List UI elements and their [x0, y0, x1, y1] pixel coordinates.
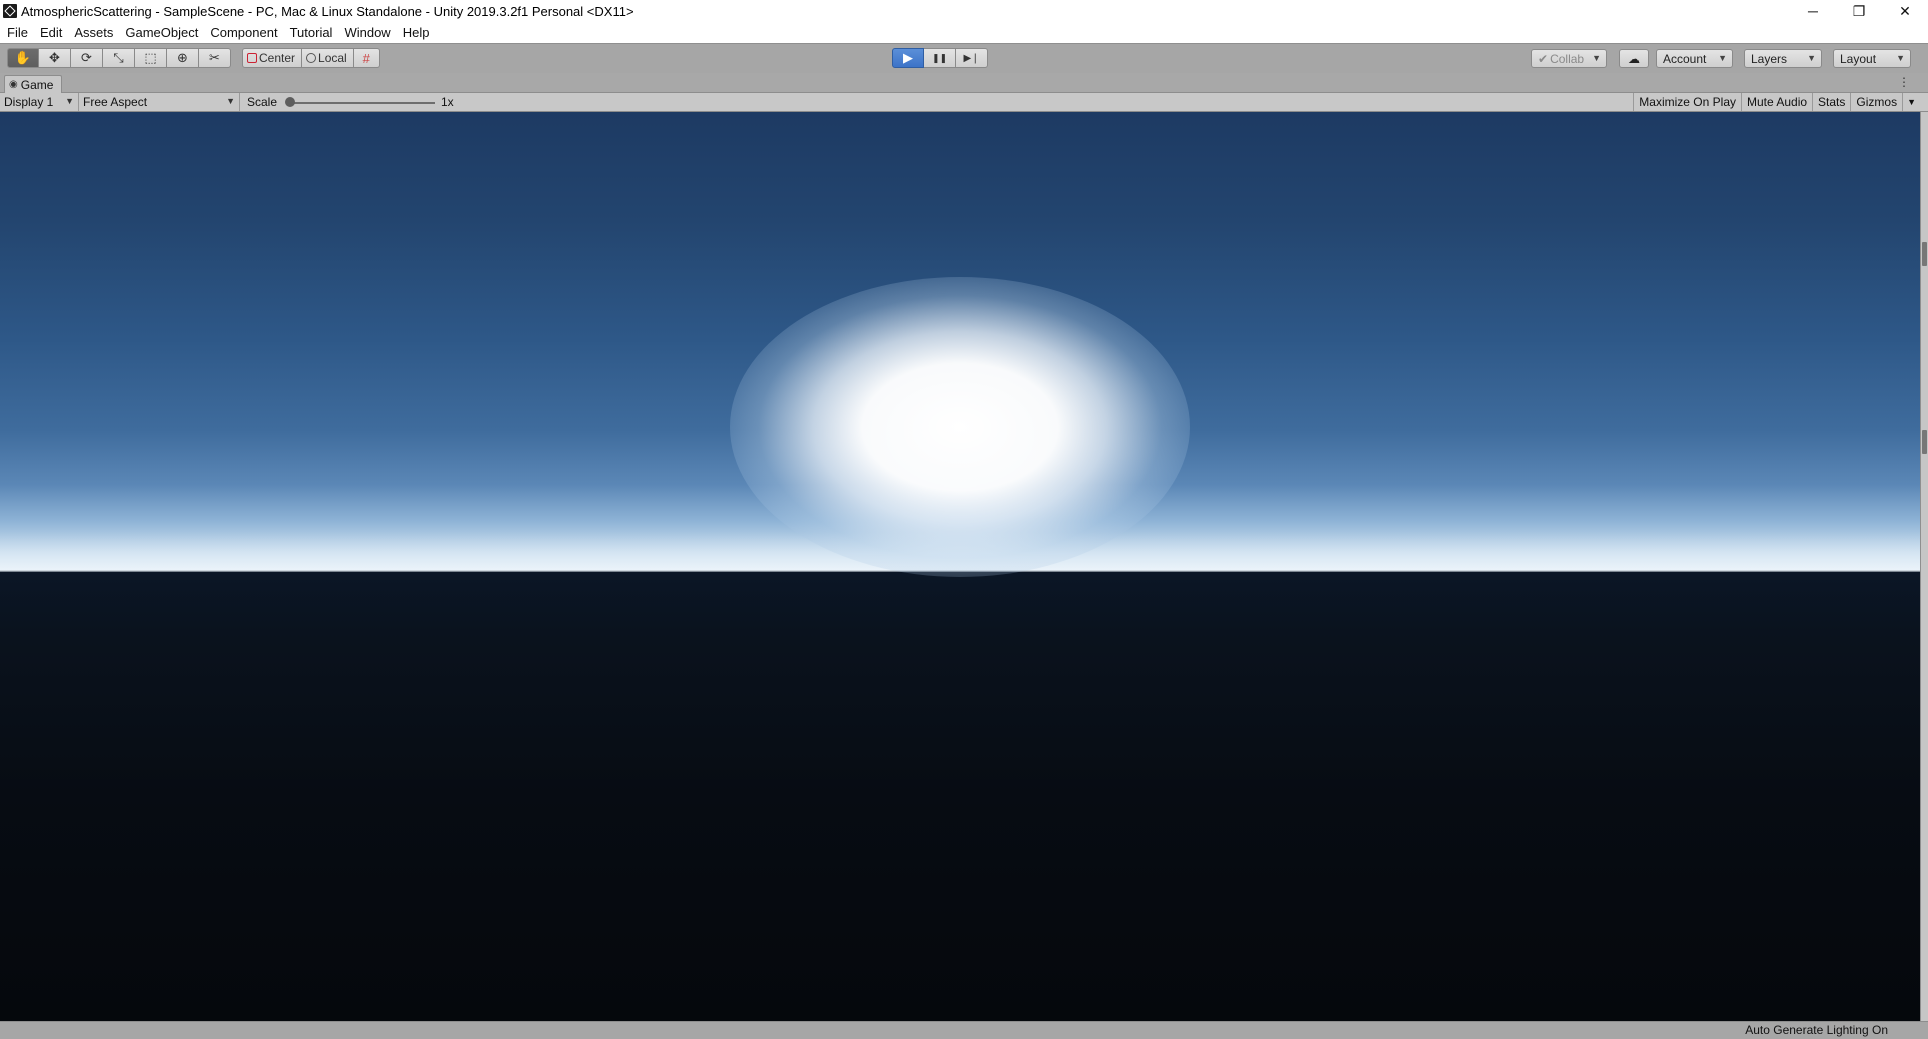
menu-file[interactable]: File: [0, 25, 34, 40]
pivot-center-icon: [247, 53, 257, 63]
custom-tool-button[interactable]: ✂: [199, 48, 231, 68]
scale-slider-track[interactable]: [287, 102, 435, 104]
pivot-local-icon: [306, 53, 317, 63]
lighting-status: Auto Generate Lighting On: [1745, 1023, 1888, 1037]
hand-tool-button[interactable]: ✋: [7, 48, 39, 68]
chevron-down-icon: ▼: [1592, 53, 1601, 63]
status-bar: Auto Generate Lighting On: [0, 1021, 1928, 1039]
scale-tool-button[interactable]: ⤡: [103, 48, 135, 68]
play-button[interactable]: ▶: [892, 48, 924, 68]
sun-glow: [730, 277, 1190, 577]
panel-resize-handle[interactable]: [1922, 242, 1927, 266]
collab-label: Collab: [1550, 51, 1585, 66]
step-icon: ▶❘: [963, 52, 980, 64]
game-view-options: Maximize On Play Mute Audio Stats Gizmos…: [1633, 93, 1920, 111]
gizmos-toggle[interactable]: Gizmos: [1850, 93, 1902, 111]
move-icon: ✥: [49, 50, 60, 65]
layers-label: Layers: [1751, 51, 1788, 66]
account-dropdown[interactable]: Account ▼: [1656, 49, 1733, 68]
chevron-down-icon: ▼: [65, 96, 74, 106]
maximize-on-play-toggle[interactable]: Maximize On Play: [1633, 93, 1741, 111]
layers-dropdown[interactable]: Layers ▼: [1744, 49, 1822, 68]
pivot-controls: Center Local #: [242, 48, 380, 68]
aspect-dropdown[interactable]: Free Aspect ▼: [79, 93, 240, 111]
aspect-label: Free Aspect: [83, 95, 148, 109]
pause-button[interactable]: ❚❚: [924, 48, 956, 68]
scale-slider-thumb[interactable]: [285, 97, 295, 107]
window-titlebar: AtmosphericScattering - SampleScene - PC…: [0, 0, 1928, 22]
chevron-down-icon: ▼: [1896, 53, 1905, 63]
account-label: Account: [1663, 51, 1707, 66]
custom-tool-icon: ✂: [209, 50, 220, 65]
pivot-rotation-label: Local: [318, 51, 347, 65]
hand-icon: ✋: [14, 50, 32, 65]
menu-component[interactable]: Component: [204, 25, 283, 40]
scale-value: 1x: [441, 95, 454, 109]
pause-icon: ❚❚: [931, 52, 948, 63]
scale-label: Scale: [247, 95, 278, 109]
transform-tools: ✋ ✥ ⟳ ⤡ ⬚ ⊕ ✂: [7, 48, 231, 68]
stats-toggle[interactable]: Stats: [1812, 93, 1850, 111]
minimize-button[interactable]: ─: [1790, 0, 1836, 22]
step-button[interactable]: ▶❘: [956, 48, 988, 68]
display-dropdown[interactable]: Display 1 ▼: [0, 93, 79, 111]
restore-button[interactable]: ❐: [1836, 0, 1882, 22]
play-controls: ▶ ❚❚ ▶❘: [892, 48, 988, 68]
rotate-icon: ⟳: [81, 50, 92, 65]
menu-bar: File Edit Assets GameObject Component Tu…: [0, 22, 1928, 43]
menu-edit[interactable]: Edit: [34, 25, 68, 40]
unity-editor-window: AtmosphericScattering - SampleScene - PC…: [0, 0, 1928, 1039]
pivot-mode-toggle[interactable]: Center: [242, 48, 303, 68]
pivot-mode-label: Center: [259, 51, 296, 65]
panel-resize-handle[interactable]: [1922, 430, 1927, 454]
main-toolbar: ✋ ✥ ⟳ ⤡ ⬚ ⊕ ✂ Center Local # ▶ ❚❚ ▶❘ ✔ C…: [0, 43, 1928, 73]
check-icon: ✔: [1538, 51, 1549, 66]
menu-gameobject[interactable]: GameObject: [119, 25, 204, 40]
cloud-icon: ☁: [1628, 51, 1640, 66]
grid-snap-icon: #: [362, 50, 370, 66]
move-tool-button[interactable]: ✥: [39, 48, 71, 68]
layout-dropdown[interactable]: Layout ▼: [1833, 49, 1911, 68]
cloud-button[interactable]: ☁: [1619, 49, 1649, 68]
right-panel-edge: [1920, 112, 1928, 1021]
chevron-down-icon: ▼: [226, 96, 235, 106]
pivot-rotation-toggle[interactable]: Local: [302, 48, 354, 68]
tab-game-label: Game: [20, 77, 54, 92]
menu-tutorial[interactable]: Tutorial: [284, 25, 339, 40]
layout-label: Layout: [1840, 51, 1877, 66]
collab-dropdown[interactable]: ✔ Collab ▼: [1531, 49, 1607, 68]
chevron-down-icon: ▼: [1907, 97, 1916, 107]
scale-icon: ⤡: [113, 50, 124, 65]
game-viewport[interactable]: [0, 112, 1920, 1021]
rotate-tool-button[interactable]: ⟳: [71, 48, 103, 68]
more-options-icon[interactable]: ⋮: [1898, 75, 1910, 89]
close-button[interactable]: ✕: [1882, 0, 1928, 22]
tab-game[interactable]: ◉ Game: [4, 75, 62, 93]
menu-assets[interactable]: Assets: [68, 25, 119, 40]
game-view-toolbar: Display 1 ▼ Free Aspect ▼ Scale 1x Maxim…: [0, 93, 1928, 112]
display-label: Display 1: [4, 95, 54, 109]
menu-help[interactable]: Help: [397, 25, 436, 40]
transform-tool-button[interactable]: ⊕: [167, 48, 199, 68]
window-controls: ─ ❐ ✕: [1790, 0, 1928, 22]
rect-icon: ⬚: [144, 50, 157, 65]
gamepad-icon: ◉: [9, 79, 18, 90]
rect-tool-button[interactable]: ⬚: [135, 48, 167, 68]
game-tab-bar: ◉ Game ⋮: [0, 73, 1928, 93]
window-title: AtmosphericScattering - SampleScene - PC…: [21, 3, 634, 19]
menu-window[interactable]: Window: [338, 25, 396, 40]
chevron-down-icon: ▼: [1718, 53, 1727, 63]
play-icon: ▶: [903, 50, 913, 65]
gizmos-dropdown[interactable]: ▼: [1902, 93, 1920, 111]
grid-snap-button[interactable]: #: [353, 48, 380, 68]
transform-icon: ⊕: [177, 50, 188, 65]
chevron-down-icon: ▼: [1807, 53, 1816, 63]
mute-audio-toggle[interactable]: Mute Audio: [1741, 93, 1812, 111]
unity-logo-icon: [3, 4, 17, 18]
